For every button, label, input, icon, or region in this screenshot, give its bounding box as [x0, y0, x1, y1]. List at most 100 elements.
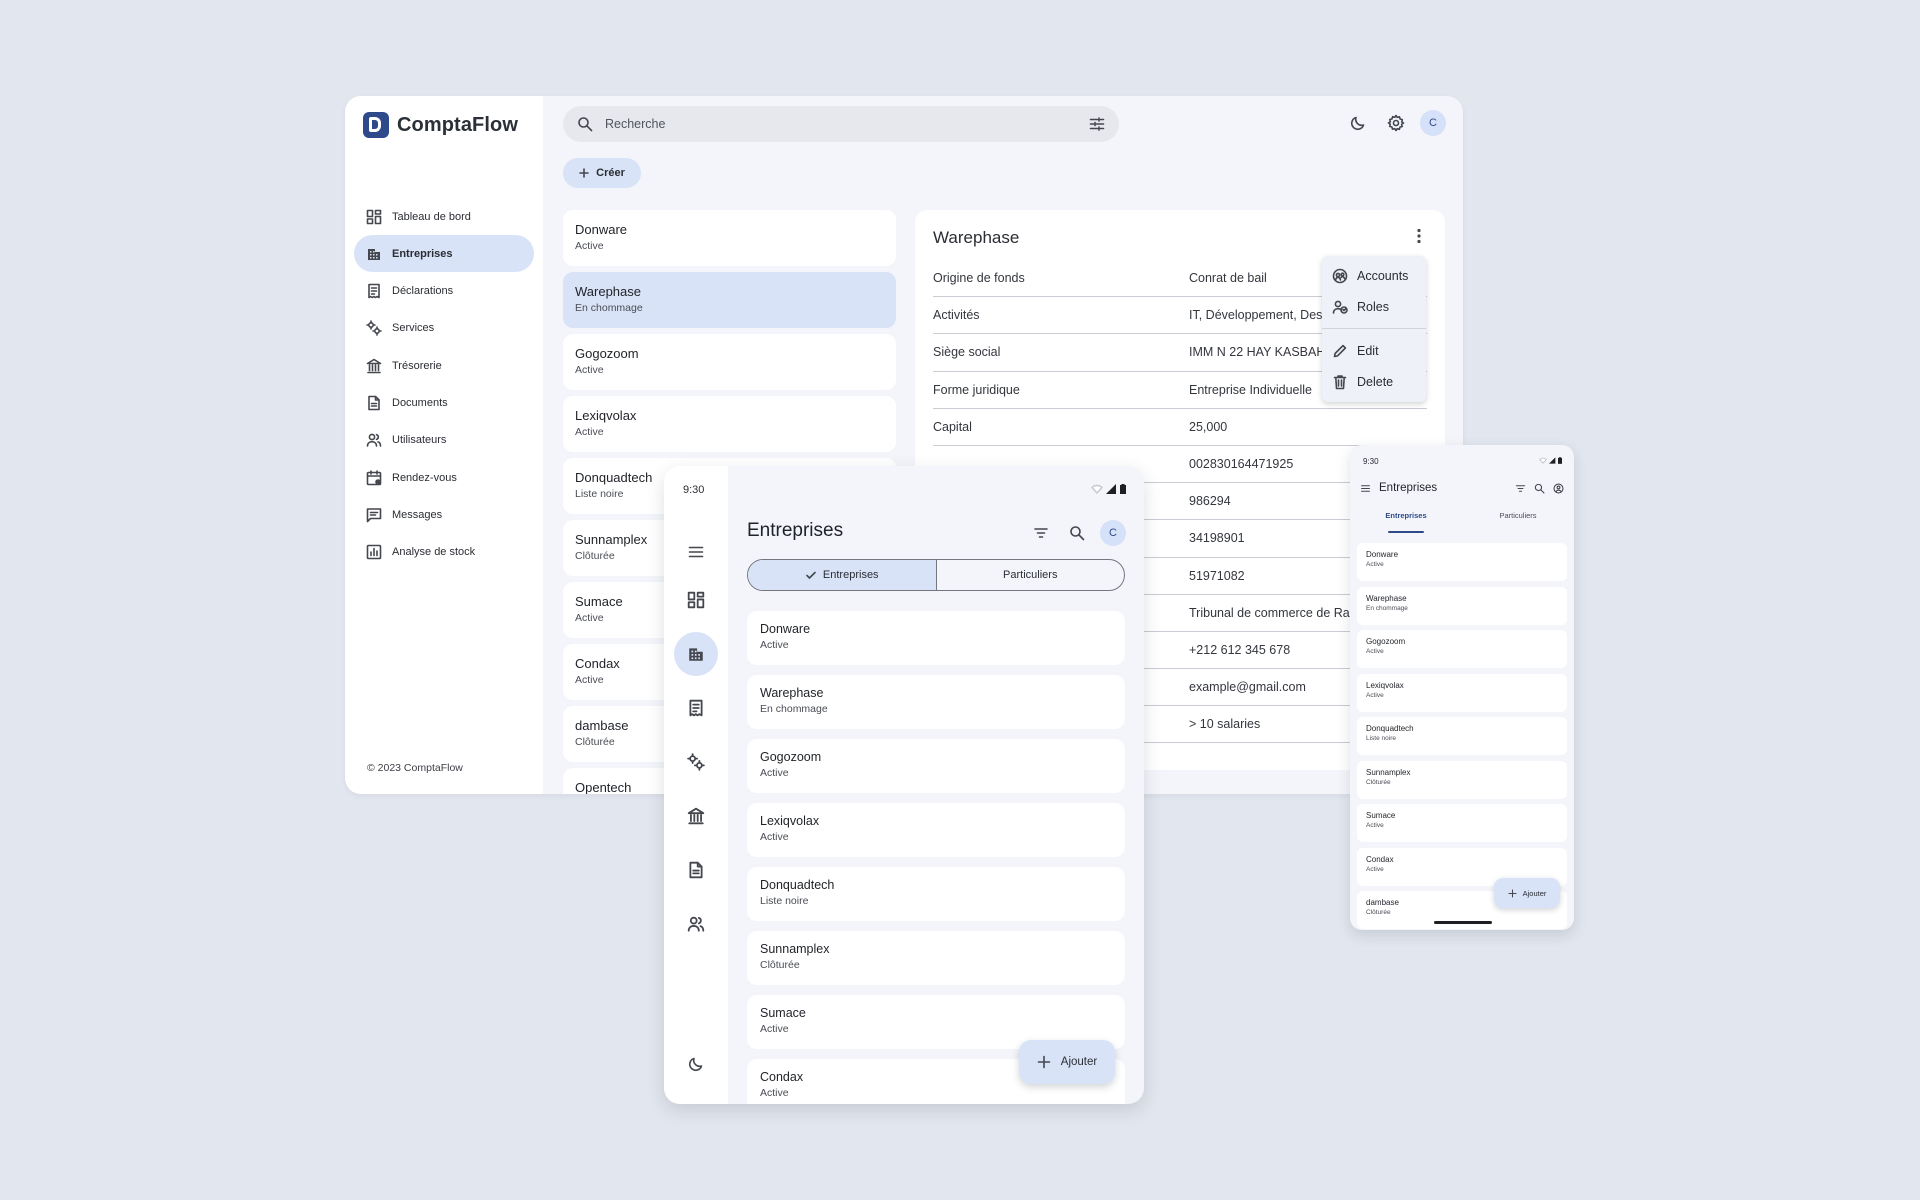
list-item[interactable]: Gogozoom Active [1357, 630, 1567, 668]
sidebar-item-documents[interactable]: Documents [354, 384, 534, 421]
plus-icon [579, 168, 589, 178]
detail-key: Activités [933, 308, 980, 323]
sidebar-item-tresorerie[interactable]: Trésorerie [354, 347, 534, 384]
list-item[interactable]: Gogozoom Active [747, 739, 1125, 793]
search-input[interactable]: Recherche [605, 117, 1077, 131]
segmented-control: Entreprises Particuliers [747, 559, 1125, 591]
filter-icon[interactable] [1028, 520, 1054, 546]
add-button[interactable]: Ajouter [1019, 1040, 1115, 1084]
list-item[interactable]: Warephase En chommage [747, 675, 1125, 729]
list-item[interactable]: Donware Active [563, 210, 896, 266]
menu-icon[interactable] [1360, 483, 1371, 494]
more-vert-icon[interactable] [1409, 226, 1429, 246]
dark-mode-icon[interactable] [1345, 110, 1371, 136]
sidebar-item-declarations[interactable]: Déclarations [354, 273, 534, 310]
segment-entreprises[interactable]: Entreprises [748, 560, 937, 590]
company-name: Donquadtech [760, 878, 835, 892]
users-icon[interactable] [674, 902, 718, 946]
company-status: Active [760, 1087, 789, 1099]
company-status: Active [760, 831, 789, 843]
company-status: Active [760, 639, 789, 651]
menu-item-roles[interactable]: Roles [1322, 291, 1426, 322]
company-name: Gogozoom [575, 346, 639, 361]
account-circle-icon[interactable] [1553, 482, 1564, 494]
list-item[interactable]: Donware Active [747, 611, 1125, 665]
sidebar-item-analyse-de-stock[interactable]: Analyse de stock [354, 534, 534, 571]
list-item[interactable]: Lexiqvolax Active [747, 803, 1125, 857]
avatar[interactable]: C [1100, 520, 1126, 546]
tab-entreprises[interactable]: Entreprises [1350, 511, 1462, 533]
company-status: Active [1366, 822, 1384, 829]
sidebar-item-services[interactable]: Services [354, 310, 534, 347]
company-list: Donware Active Warephase En chommage Gogoz… [1357, 543, 1567, 930]
battery-icon [1558, 457, 1562, 464]
menu-item-label: Accounts [1357, 268, 1409, 283]
sidebar-item-rendez-vous[interactable]: Rendez-vous [354, 459, 534, 496]
context-menu: Accounts Roles Edit Delete [1322, 256, 1426, 402]
company-name: Lexiqvolax [760, 814, 820, 828]
company-name: Warephase [575, 284, 641, 299]
users-icon [365, 431, 383, 449]
segment-label: Particuliers [1003, 569, 1058, 581]
search-icon[interactable] [1534, 483, 1545, 494]
company-list: Donware Active Warephase En chommage Gogoz… [747, 611, 1125, 1104]
building-icon[interactable] [674, 632, 718, 676]
create-button[interactable]: Créer [563, 158, 641, 188]
add-button[interactable]: Ajouter [1494, 878, 1560, 908]
filter-icon[interactable] [1515, 483, 1526, 494]
receipt-icon[interactable] [674, 686, 718, 730]
app-logo[interactable]: ComptaFlow [363, 112, 518, 138]
list-item[interactable]: Donquadtech Liste noire [747, 867, 1125, 921]
tab-particuliers[interactable]: Particuliers [1462, 511, 1574, 533]
menu-item-label: Edit [1357, 343, 1379, 358]
list-item[interactable]: Warephase En chommage [1357, 586, 1567, 625]
company-status: Liste noire [1366, 735, 1396, 742]
detail-title: Warephase [933, 228, 1020, 247]
sidebar-item-utilisateurs[interactable]: Utilisateurs [354, 422, 534, 459]
list-item[interactable]: Sunnamplex Clôturée [1357, 760, 1567, 799]
toolbar: C [1028, 520, 1126, 546]
sidebar-item-entreprises[interactable]: Entreprises [354, 235, 534, 273]
list-item[interactable]: Donware Active [1357, 543, 1567, 581]
navigation-rail: 9:30 [664, 466, 728, 1104]
segment-particuliers[interactable]: Particuliers [937, 560, 1125, 590]
menu-item-label: Delete [1357, 374, 1394, 389]
bank-icon[interactable] [674, 794, 718, 838]
list-item-selected[interactable]: Warephase En chommage [563, 272, 896, 328]
list-item[interactable]: Lexiqvolax Active [1357, 673, 1567, 712]
settings-icon[interactable] [1383, 110, 1409, 136]
list-item[interactable]: Donquadtech Liste noire [1357, 717, 1567, 755]
sidebar: ComptaFlow Tableau de bord Entreprises D… [345, 96, 543, 794]
company-name: Lexiqvolax [575, 408, 637, 423]
document-icon[interactable] [674, 848, 718, 892]
search-icon[interactable] [1064, 520, 1090, 546]
accounts-icon [1332, 268, 1348, 284]
building-icon [365, 245, 383, 263]
company-status: Clôturée [1366, 909, 1391, 916]
services-icon[interactable] [674, 740, 718, 784]
filter-settings-icon[interactable] [1089, 116, 1105, 132]
list-item[interactable]: Sunnamplex Clôturée [747, 931, 1125, 985]
list-item[interactable]: Gogozoom Active [563, 334, 896, 390]
status-icons [1539, 457, 1562, 464]
menu-item-edit[interactable]: Edit [1322, 335, 1426, 366]
sidebar-item-label: Messages [392, 508, 443, 521]
detail-key: Forme juridique [933, 382, 1020, 397]
company-status: Active [1366, 865, 1384, 873]
menu-item-label: Roles [1357, 299, 1389, 314]
sidebar-item-label: Documents [392, 396, 448, 409]
dashboard-icon[interactable] [674, 578, 718, 622]
list-item[interactable]: Lexiqvolax Active [563, 396, 896, 452]
list-item[interactable]: Sumace Active [1357, 804, 1567, 842]
copyright: © 2023 ComptaFlow [367, 762, 463, 774]
search-bar[interactable]: Recherche [563, 106, 1119, 142]
menu-item-delete[interactable]: Delete [1322, 366, 1426, 397]
tab-bar: Entreprises Particuliers [1350, 511, 1574, 533]
dark-mode-icon[interactable] [674, 1042, 718, 1086]
menu-icon[interactable] [674, 530, 718, 574]
sidebar-item-messages[interactable]: Messages [354, 496, 534, 533]
avatar[interactable]: C [1420, 110, 1446, 136]
company-name: Gogozoom [1366, 637, 1406, 646]
sidebar-item-tableau-de-bord[interactable]: Tableau de bord [354, 198, 534, 235]
menu-item-accounts[interactable]: Accounts [1322, 260, 1426, 291]
